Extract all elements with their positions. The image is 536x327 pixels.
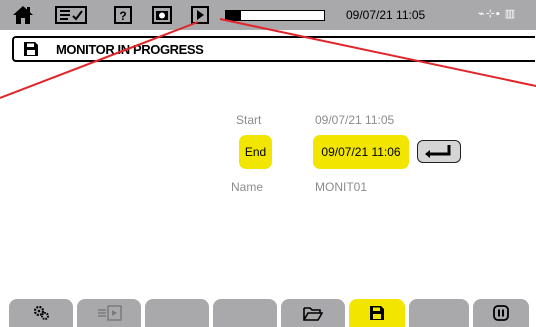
tab-save[interactable] (349, 299, 405, 327)
pause-icon (493, 305, 509, 321)
folder-icon (303, 306, 323, 321)
tab-pause[interactable] (473, 299, 529, 327)
start-label: Start (236, 113, 262, 127)
tab-open[interactable] (281, 299, 345, 327)
tab-empty-7 (409, 299, 469, 327)
import-icon (98, 305, 122, 321)
screen-title-bar: MONITOR IN PROGRESS (12, 36, 535, 62)
camera-icon[interactable] (150, 5, 174, 25)
settings-gears-icon (33, 305, 49, 320)
status-bar: ? 09/07/21 11:05 ⌁⊹▪ ▥ (0, 0, 536, 30)
name-label: Name (231, 180, 264, 194)
status-datetime: 09/07/21 11:05 (346, 8, 426, 22)
tab-empty-4 (213, 299, 277, 327)
enter-icon (425, 145, 451, 158)
home-icon[interactable] (10, 3, 36, 27)
end-label[interactable]: End (239, 135, 272, 169)
help-icon[interactable]: ? (112, 5, 134, 25)
function-tabs (0, 299, 536, 327)
recording-progress-bar (225, 10, 325, 21)
start-value: 09/07/21 11:05 (315, 113, 395, 127)
recording-progress-fill (226, 11, 241, 20)
tab-import[interactable] (77, 299, 141, 327)
name-value: MONIT01 (315, 180, 368, 194)
enter-button[interactable] (417, 140, 461, 163)
checklist-icon[interactable] (54, 5, 88, 25)
svg-text:?: ? (119, 9, 126, 23)
save-icon (370, 306, 384, 320)
tab-settings[interactable] (9, 299, 73, 327)
play-icon[interactable] (190, 6, 210, 24)
page-title: MONITOR IN PROGRESS (56, 41, 204, 57)
end-value-field[interactable]: 09/07/21 11:06 (313, 135, 409, 169)
tab-empty-3 (145, 299, 209, 327)
save-icon (24, 42, 38, 56)
status-indicators: ⌁⊹▪ ▥ (478, 8, 517, 20)
